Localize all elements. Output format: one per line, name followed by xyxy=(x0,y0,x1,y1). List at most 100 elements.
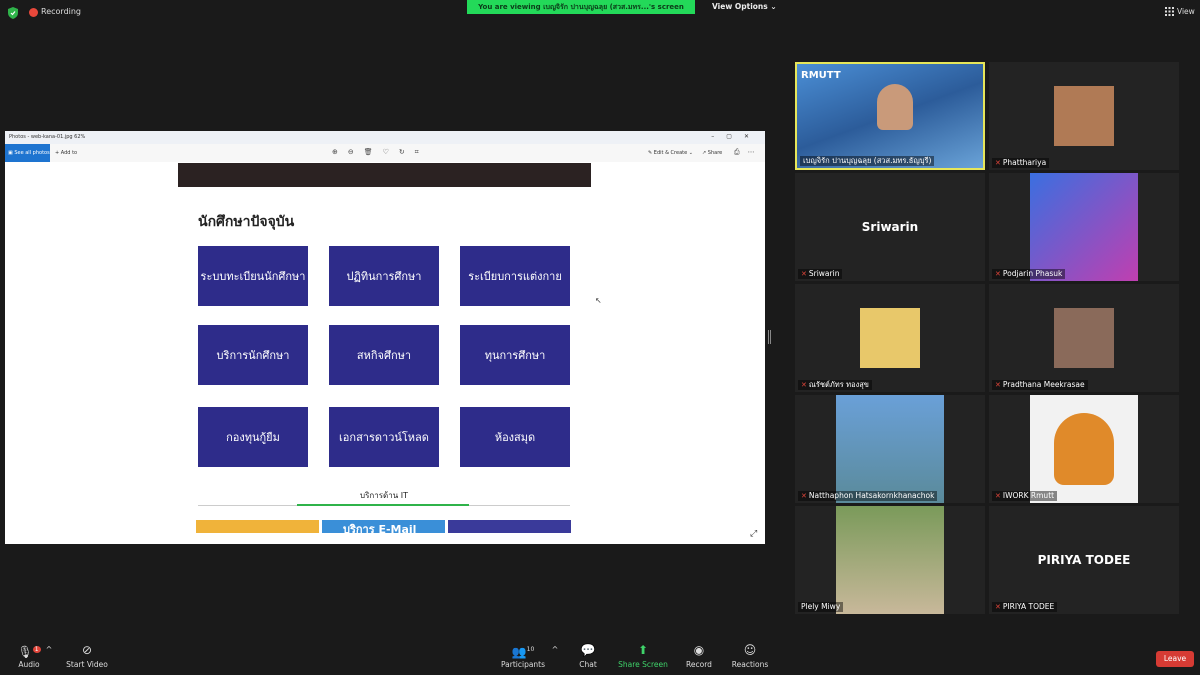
panel-splitter[interactable] xyxy=(768,330,771,344)
more-icon[interactable]: ⋯ xyxy=(748,148,763,156)
participants-button[interactable]: 👥10 Participants xyxy=(500,640,546,669)
participant-name-text: ณรัชต์ภัทร ทองสุข xyxy=(808,380,869,389)
gallery-grid-icon[interactable] xyxy=(1165,7,1174,16)
heart-icon[interactable]: ♡ xyxy=(383,148,399,156)
participant-avatar xyxy=(836,506,944,614)
share-screen-button[interactable]: ⬆ Share Screen xyxy=(618,640,668,669)
audio-label: Audio xyxy=(18,660,40,669)
mic-muted-icon: ✕ xyxy=(995,492,1001,500)
photos-icon: ▣ xyxy=(8,150,13,156)
it-banner-1[interactable] xyxy=(196,520,319,533)
participants-label: Participants xyxy=(500,660,546,669)
participant-avatar xyxy=(836,395,944,503)
participant-tile[interactable]: PIRIYA TODEE ✕ PIRIYA TODEE xyxy=(989,506,1179,614)
share-screen-label: Share Screen xyxy=(618,660,668,669)
participant-tile[interactable]: ✕ Podjarin Phasuk xyxy=(989,173,1179,281)
participant-avatar xyxy=(1030,395,1138,503)
page-header-band xyxy=(178,163,591,187)
tile-downloads[interactable]: เอกสารดาวน์โหลด xyxy=(329,407,439,467)
mic-muted-icon: ✕ xyxy=(801,381,807,389)
tile-student-services[interactable]: บริการนักศึกษา xyxy=(198,325,308,385)
chevron-down-icon: ⌄ xyxy=(688,150,693,156)
share-label: Share xyxy=(707,150,723,156)
participant-display-name: Sriwarin xyxy=(861,220,919,234)
participants-count: 10 xyxy=(526,646,535,653)
maximize-icon[interactable]: ▢ xyxy=(726,133,744,140)
participant-tile[interactable]: ✕ ณรัชต์ภัทร ทองสุข xyxy=(795,284,985,392)
participant-name: ✕ Natthaphon Hatsakornkhanachok xyxy=(798,491,938,501)
tile-calendar[interactable]: ปฏิทินการศึกษา xyxy=(329,246,439,306)
participant-tile[interactable]: ✕ Natthaphon Hatsakornkhanachok xyxy=(795,395,985,503)
participant-name: ✕ Podjarin Phasuk xyxy=(992,269,1066,279)
participant-name-text: Natthaphon Hatsakornkhanachok xyxy=(808,491,935,500)
reactions-button[interactable]: ☺ Reactions xyxy=(730,640,770,669)
share-icon: ↗ xyxy=(702,150,707,156)
audio-options-button[interactable]: ^ xyxy=(44,640,54,660)
participant-name-text: Phatthariya xyxy=(1002,158,1047,167)
chevron-up-icon: ^ xyxy=(551,645,559,654)
delete-icon[interactable]: 🗑 xyxy=(364,148,383,156)
share-screen-icon: ⬆ xyxy=(637,643,649,657)
view-button[interactable]: View xyxy=(1177,7,1195,16)
chat-button[interactable]: 💬 Chat xyxy=(573,640,603,669)
audio-button[interactable]: 🎙 1 Audio xyxy=(14,640,44,669)
leave-button[interactable]: Leave xyxy=(1156,651,1194,667)
record-button[interactable]: ◉ Record xyxy=(683,640,715,669)
expand-icon[interactable]: ⤢ xyxy=(750,529,757,539)
tile-library[interactable]: ห้องสมุด xyxy=(460,407,570,467)
recording-label[interactable]: Recording xyxy=(41,7,81,16)
view-options-button[interactable]: View Options ⌄ xyxy=(712,2,777,11)
participant-name: ✕ Sriwarin xyxy=(798,269,843,279)
plus-icon: + xyxy=(55,150,60,156)
zoom-out-icon[interactable]: ⊖ xyxy=(348,148,364,156)
record-label: Record xyxy=(686,660,712,669)
participant-tile[interactable]: Sriwarin ✕ Sriwarin xyxy=(795,173,985,281)
meeting-controls: 🎙 1 Audio ^ ⊘ Start Video 👥10 Participant… xyxy=(0,640,1200,675)
add-to-label: Add to xyxy=(60,150,78,156)
see-all-photos-label: See all photos xyxy=(14,150,50,156)
start-video-label: Start Video xyxy=(66,660,108,669)
add-to-button[interactable]: + Add to xyxy=(55,150,77,156)
participants-icon: 👥10 xyxy=(511,645,535,659)
participant-tile[interactable]: ✕ IWORK Rmutt xyxy=(989,395,1179,503)
participant-tile[interactable]: Plely Miwy xyxy=(795,506,985,614)
crop-icon[interactable]: ⌗ xyxy=(415,148,429,156)
participants-options-button[interactable]: ^ xyxy=(550,640,560,660)
participant-avatar xyxy=(860,308,920,368)
it-banner-3[interactable] xyxy=(448,520,571,533)
edit-icon: ✎ xyxy=(648,150,653,156)
chat-label: Chat xyxy=(579,660,597,669)
see-all-photos-button[interactable]: ▣ See all photos xyxy=(5,144,50,162)
email-banner-text: บริการ E-Mail xyxy=(343,523,417,536)
record-icon: ◉ xyxy=(693,643,705,657)
tile-dress-code[interactable]: ระเบียบการแต่งกาย xyxy=(460,246,570,306)
participant-name: ✕ PIRIYA TODEE xyxy=(992,602,1058,612)
video-off-icon: ⊘ xyxy=(81,643,93,657)
zoom-in-icon[interactable]: ⊕ xyxy=(332,148,348,156)
microphone-icon: 🎙 1 xyxy=(17,645,41,659)
mic-muted-icon: ✕ xyxy=(801,270,807,278)
shield-icon[interactable] xyxy=(8,7,18,19)
tile-loan-fund[interactable]: กองทุนกู้ยืม xyxy=(198,407,308,467)
start-video-button[interactable]: ⊘ Start Video xyxy=(62,640,112,669)
close-icon[interactable]: ✕ xyxy=(744,133,761,140)
participant-tile[interactable]: ✕ Pradthana Meekrasae xyxy=(989,284,1179,392)
participant-tile-active[interactable]: RMUTT เบญจิรัก ปานบุญฉลุย (สวส.มทร.ธัญบุ… xyxy=(795,62,985,170)
tile-scholarship[interactable]: ทุนการศึกษา xyxy=(460,325,570,385)
photo-tools: ⊕⊖🗑♡↻⌗ xyxy=(332,148,429,157)
tile-cooperative-education[interactable]: สหกิจศึกษา xyxy=(329,325,439,385)
mic-muted-icon: ✕ xyxy=(995,603,1001,611)
print-icon[interactable]: ⎙ xyxy=(734,148,748,156)
window-controls[interactable]: –▢✕ xyxy=(711,133,761,140)
minimize-icon[interactable]: – xyxy=(711,133,726,140)
share-button[interactable]: ↗ Share xyxy=(702,150,722,156)
mic-muted-icon: ✕ xyxy=(995,270,1001,278)
edit-create-button[interactable]: ✎ Edit & Create ⌄ xyxy=(648,150,693,156)
university-seal-icon xyxy=(1054,413,1114,485)
tile-registration[interactable]: ระบบทะเบียนนักศึกษา xyxy=(198,246,308,306)
rotate-icon[interactable]: ↻ xyxy=(399,148,415,156)
participant-tile[interactable]: ✕ Phatthariya xyxy=(989,62,1179,170)
participant-name: ✕ IWORK Rmutt xyxy=(992,491,1058,501)
chevron-up-icon: ^ xyxy=(45,645,53,654)
audio-badge: 1 xyxy=(32,646,41,653)
